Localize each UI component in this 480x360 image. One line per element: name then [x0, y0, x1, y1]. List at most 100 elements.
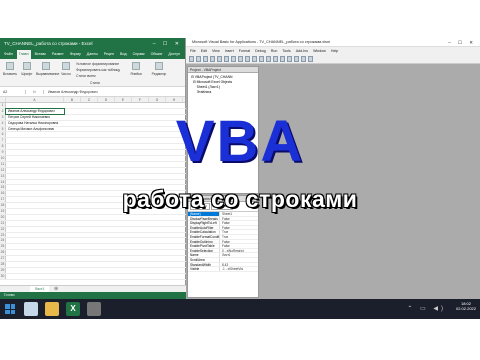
- vba-menu-item[interactable]: Help: [331, 47, 338, 55]
- ribbon-tab[interactable]: Файл: [2, 50, 15, 59]
- number-group[interactable]: Число: [58, 62, 74, 76]
- vba-menu-item[interactable]: Insert: [225, 47, 234, 55]
- cells-group[interactable]: Ячейки: [128, 62, 144, 76]
- column-header[interactable]: A: [6, 97, 64, 102]
- toolbar-button-icon[interactable]: [287, 56, 292, 62]
- tray-icons[interactable]: ⌃ ▭ ◀): [407, 305, 446, 312]
- property-name: Visible: [188, 267, 220, 271]
- ribbon-tab[interactable]: Обшие: [149, 50, 165, 59]
- toolbar-button-icon[interactable]: [210, 56, 215, 62]
- toolbar-button-icon[interactable]: [203, 56, 208, 62]
- toolbar-button-icon[interactable]: [231, 56, 236, 62]
- property-row[interactable]: Visible -1 - xlSheetVisi: [188, 267, 258, 272]
- toolbar-button-icon[interactable]: [217, 56, 222, 62]
- property-value[interactable]: True: [220, 235, 228, 239]
- cell[interactable]: [6, 233, 64, 238]
- vba-window-controls[interactable]: – ☐ ✕: [448, 38, 476, 47]
- formula-input[interactable]: Иванов Александр Федорович: [44, 90, 98, 94]
- cell[interactable]: [6, 274, 64, 279]
- toolbar-button-icon[interactable]: [301, 56, 306, 62]
- column-header[interactable]: E: [115, 97, 132, 102]
- name-box[interactable]: A2: [0, 89, 26, 94]
- property-name: EnableCalculation: [188, 230, 220, 234]
- property-value[interactable]: 0 - xlNoRestrict: [220, 249, 244, 253]
- excel-window-controls[interactable]: – ☐ ✕: [153, 38, 182, 50]
- property-value[interactable]: False: [220, 240, 230, 244]
- toolbar-button-icon[interactable]: [294, 56, 299, 62]
- ribbon-tab[interactable]: Доступ: [166, 50, 182, 59]
- toolbar-button-icon[interactable]: [308, 56, 313, 62]
- fx-icon[interactable]: fx: [26, 89, 44, 94]
- toolbar-button-icon[interactable]: [224, 56, 229, 62]
- property-value[interactable]: 8,43: [220, 263, 228, 267]
- ribbon-tab[interactable]: Вид: [118, 50, 129, 59]
- paste-button[interactable]: Вставить: [2, 62, 18, 76]
- vba-menu-item[interactable]: File: [190, 47, 196, 55]
- property-value[interactable]: [220, 258, 222, 262]
- vba-menu-item[interactable]: Window: [313, 47, 326, 55]
- task-view-icon[interactable]: [24, 302, 38, 316]
- cell[interactable]: [6, 221, 64, 226]
- cell-styles-button[interactable]: Стили ячеек: [76, 74, 96, 78]
- ribbon-tab[interactable]: Рецен: [102, 50, 116, 59]
- excel-taskbar-icon[interactable]: X: [66, 302, 80, 316]
- cell[interactable]: [6, 268, 64, 273]
- cell[interactable]: [6, 256, 64, 261]
- toolbar-button-icon[interactable]: [273, 56, 278, 62]
- property-value[interactable]: False: [220, 226, 230, 230]
- cell[interactable]: [6, 180, 64, 185]
- ribbon-tab[interactable]: Размет: [50, 50, 66, 59]
- property-value[interactable]: -1 - xlSheetVisi: [220, 267, 243, 271]
- toolbar-button-icon[interactable]: [280, 56, 285, 62]
- cell[interactable]: [6, 215, 64, 220]
- excel-title: TV_CHANNEL_работа со строками - Excel: [4, 41, 93, 46]
- cell[interactable]: [6, 238, 64, 243]
- ribbon-tab[interactable]: Форму: [68, 50, 83, 59]
- file-explorer-icon[interactable]: [45, 302, 59, 316]
- ribbon-tab[interactable]: Главн: [16, 50, 31, 59]
- column-header[interactable]: D: [98, 97, 115, 102]
- cell[interactable]: [6, 262, 64, 267]
- column-header[interactable]: B: [64, 97, 81, 102]
- toolbar-button-icon[interactable]: [196, 56, 201, 62]
- vba-menu-item[interactable]: Tools: [282, 47, 290, 55]
- column-header[interactable]: G: [149, 97, 166, 102]
- property-value[interactable]: False: [220, 244, 230, 248]
- align-group[interactable]: Выравнивание: [36, 62, 59, 76]
- clock[interactable]: 18:02 02.02.2022: [456, 301, 476, 311]
- edit-group[interactable]: Редактир: [148, 62, 170, 76]
- vba-taskbar-icon[interactable]: [87, 302, 101, 316]
- cell[interactable]: [6, 227, 64, 232]
- vba-menu-item[interactable]: Debug: [255, 47, 266, 55]
- property-name: Name: [188, 253, 220, 257]
- toolbar-button-icon[interactable]: [245, 56, 250, 62]
- toolbar-button-icon[interactable]: [189, 56, 194, 62]
- cond-format-button[interactable]: Условное форматирование: [76, 62, 119, 66]
- column-header[interactable]: H: [166, 97, 183, 102]
- toolbar-button-icon[interactable]: [238, 56, 243, 62]
- vba-menu-item[interactable]: Edit: [201, 47, 207, 55]
- cell[interactable]: [6, 250, 64, 255]
- tree-item[interactable]: ЭтаКнига: [191, 90, 255, 95]
- vba-menu-item[interactable]: Add-Ins: [296, 47, 308, 55]
- toolbar-button-icon[interactable]: [252, 56, 257, 62]
- property-value[interactable]: True: [220, 230, 228, 234]
- format-as-table-button[interactable]: Форматировать как таблицу: [76, 68, 120, 72]
- cell[interactable]: [6, 244, 64, 249]
- property-value[interactable]: False: [220, 221, 230, 225]
- ribbon-tab[interactable]: Справк: [131, 50, 147, 59]
- vba-menu-item[interactable]: View: [212, 47, 220, 55]
- column-header[interactable]: F: [132, 97, 149, 102]
- ribbon-tab[interactable]: Вставк: [33, 50, 48, 59]
- windows-start-icon[interactable]: [3, 302, 17, 316]
- column-header[interactable]: C: [81, 97, 98, 102]
- ribbon-tab[interactable]: Данны: [85, 50, 100, 59]
- property-value[interactable]: Лист1: [220, 253, 231, 257]
- toolbar-button-icon[interactable]: [266, 56, 271, 62]
- vba-menu-item[interactable]: Format: [239, 47, 250, 55]
- property-name: StandardWidth: [188, 262, 220, 267]
- vba-menu-item[interactable]: Run: [271, 47, 278, 55]
- toolbar-button-icon[interactable]: [259, 56, 264, 62]
- font-group[interactable]: Шрифт: [19, 62, 35, 76]
- property-value[interactable]: False: [220, 217, 230, 221]
